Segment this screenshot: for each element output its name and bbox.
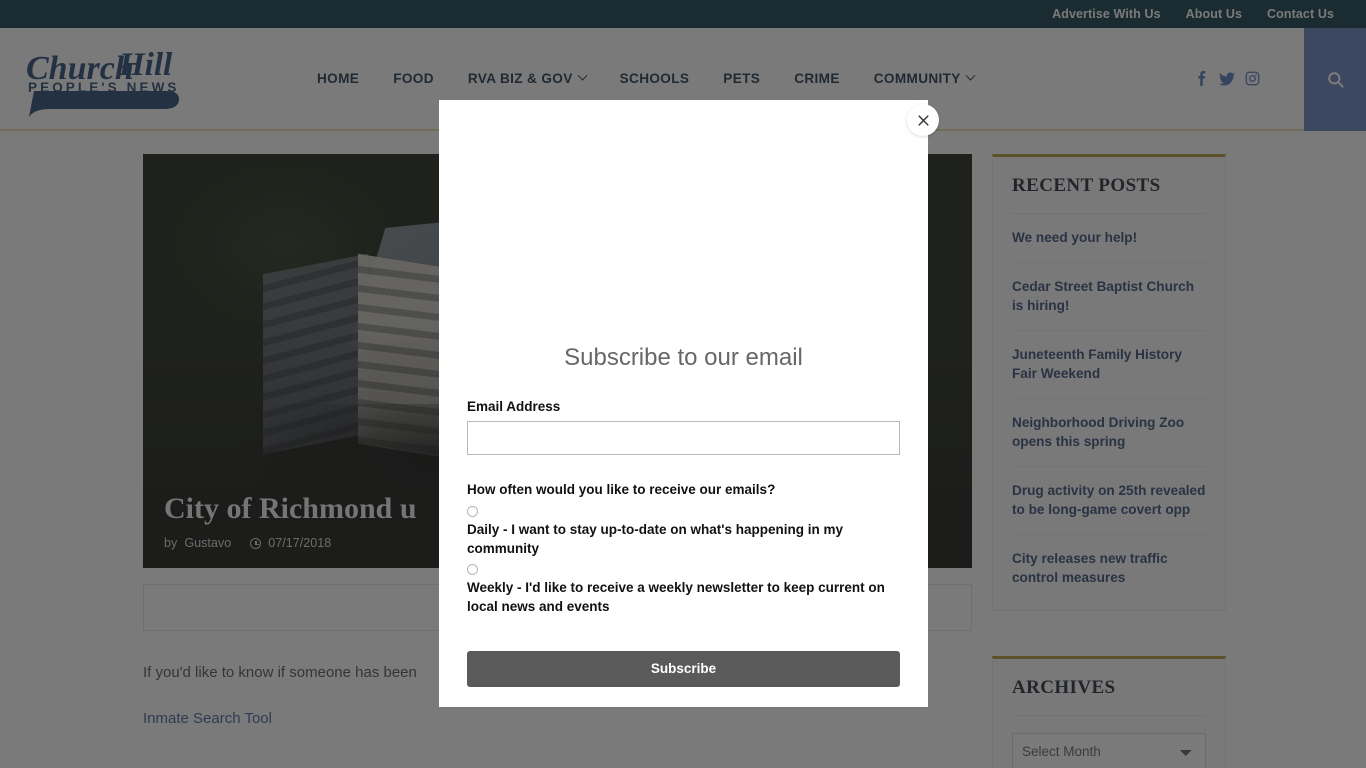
close-icon bbox=[917, 114, 929, 126]
frequency-question-label: How often would you like to receive our … bbox=[467, 482, 776, 497]
subscribe-modal-heading: Subscribe to our email bbox=[564, 344, 803, 371]
frequency-radio-group: Daily - I want to stay up-to-date on wha… bbox=[467, 506, 900, 617]
close-modal-button[interactable] bbox=[907, 104, 939, 136]
subscribe-modal-content: Subscribe to our email Email Address How… bbox=[467, 100, 900, 687]
email-field[interactable] bbox=[467, 421, 900, 455]
email-field-label: Email Address bbox=[467, 399, 561, 414]
radio-daily-label: Daily - I want to stay up-to-date on wha… bbox=[467, 522, 843, 557]
frequency-option-daily[interactable]: Daily - I want to stay up-to-date on wha… bbox=[467, 506, 900, 558]
subscribe-button[interactable]: Subscribe bbox=[467, 650, 900, 687]
frequency-option-weekly[interactable]: Weekly - I'd like to receive a weekly ne… bbox=[467, 564, 900, 616]
radio-daily-input[interactable] bbox=[467, 506, 478, 517]
radio-weekly-input[interactable] bbox=[467, 564, 478, 576]
subscribe-modal: Subscribe to our email Email Address How… bbox=[439, 100, 928, 707]
radio-weekly-label: Weekly - I'd like to receive a weekly ne… bbox=[467, 580, 885, 615]
